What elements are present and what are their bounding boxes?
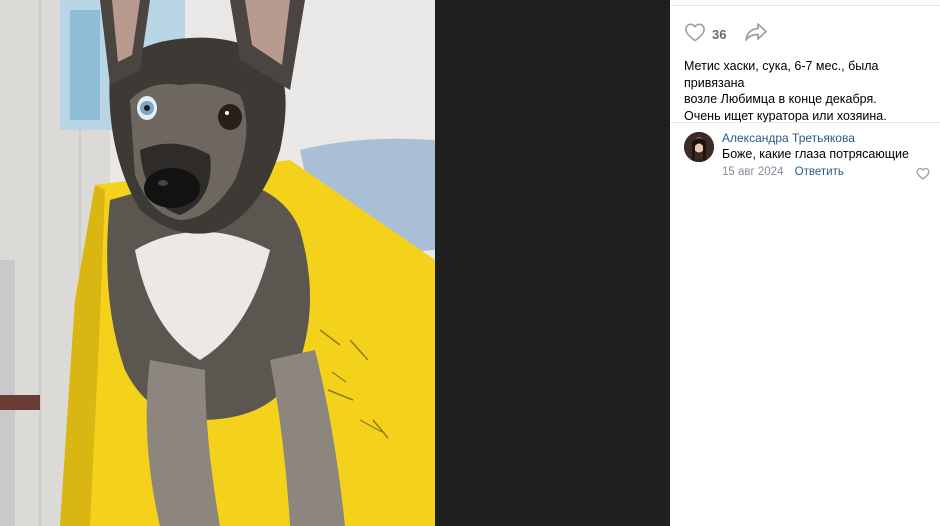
heart-outline-icon bbox=[916, 167, 930, 184]
comment-meta: 15 авг 2024 Ответить bbox=[722, 166, 844, 178]
heart-outline-icon bbox=[684, 22, 706, 47]
post-side-panel: 36 Метис хаски, сука, 6-7 мес., была при… bbox=[670, 0, 940, 526]
reply-link[interactable]: Ответить bbox=[795, 166, 844, 178]
share-button[interactable] bbox=[744, 22, 768, 47]
comment-author-link[interactable]: Александра Третьякова bbox=[722, 131, 855, 145]
like-button[interactable]: 36 bbox=[684, 22, 726, 47]
post-photo[interactable] bbox=[0, 0, 435, 526]
share-arrow-icon bbox=[744, 22, 768, 47]
divider bbox=[670, 5, 940, 6]
avatar[interactable] bbox=[684, 132, 714, 162]
comment-text: Боже, какие глаза потрясающие bbox=[722, 147, 909, 161]
post-text-line: Метис хаски, сука, 6-7 мес., была привяз… bbox=[684, 59, 879, 90]
comment-like-button[interactable] bbox=[916, 167, 930, 185]
comment-item: Александра Третьякова Боже, какие глаза … bbox=[684, 131, 934, 181]
likes-count: 36 bbox=[712, 26, 727, 42]
post-actions: 36 bbox=[684, 22, 768, 46]
post-text: Метис хаски, сука, 6-7 мес., была привяз… bbox=[684, 58, 934, 124]
divider bbox=[670, 122, 940, 123]
comment-date: 15 авг 2024 bbox=[722, 166, 784, 178]
post-text-line: возле Любимца в конце декабря. bbox=[684, 92, 877, 106]
